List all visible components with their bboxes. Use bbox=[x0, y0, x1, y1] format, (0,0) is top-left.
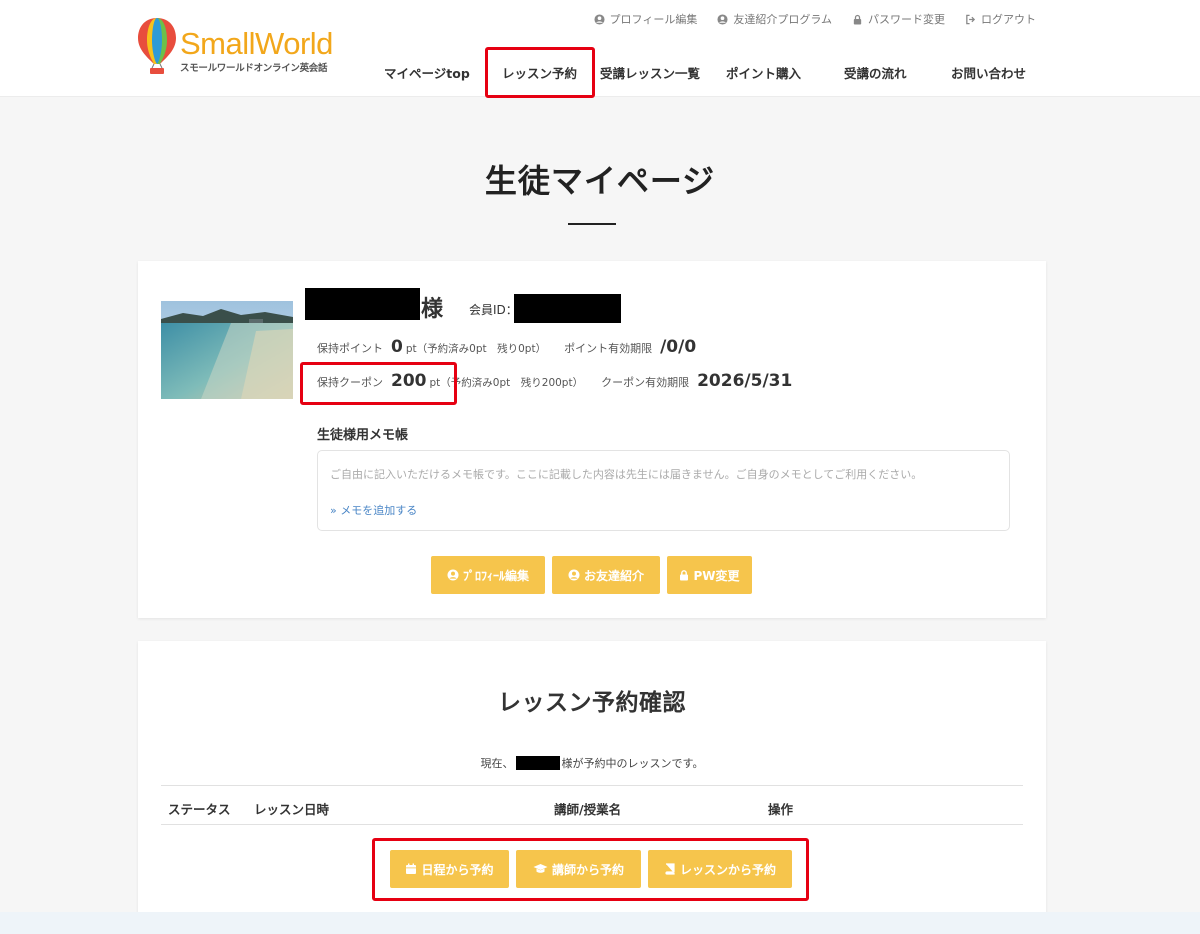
col-status: ステータス bbox=[168, 802, 231, 817]
site-header: SmallWorld スモールワールドオンライン英会話 プロフィール編集 友達紹… bbox=[0, 0, 1200, 97]
logo-wordmark: SmallWorld bbox=[180, 26, 333, 61]
reservation-table-header: ステータス レッスン日時 講師/授業名 操作 bbox=[161, 785, 1023, 825]
balloon-logo-icon bbox=[138, 18, 176, 74]
memo-box: ご自由に記入いただけるメモ帳です。ここに記載した内容は先生には届きません。ご自身… bbox=[317, 450, 1010, 531]
points-expiry-label: ポイント有効期限 bbox=[564, 342, 653, 355]
smallworld-logo[interactable]: SmallWorld スモールワールドオンライン英会話 bbox=[136, 16, 336, 80]
top-link-logout[interactable]: ログアウト bbox=[965, 11, 1036, 27]
password-change-button[interactable]: PW変更 bbox=[667, 556, 752, 594]
redacted-member-id bbox=[514, 294, 621, 323]
lock-icon bbox=[853, 14, 862, 25]
top-link-password[interactable]: パスワード変更 bbox=[852, 11, 945, 27]
col-actions: 操作 bbox=[768, 802, 794, 817]
points-expiry-value: /0/0 bbox=[660, 337, 697, 357]
beach-image bbox=[161, 301, 293, 399]
utility-links: プロフィール編集 友達紹介プログラム パスワード変更 ログアウト bbox=[594, 11, 1036, 27]
calendar-icon bbox=[406, 863, 417, 874]
profile-edit-button[interactable]: ﾌﾟﾛﾌｨｰﾙ編集 bbox=[431, 556, 545, 594]
button-label: レッスンから予約 bbox=[679, 862, 776, 877]
nav-lesson-booking[interactable]: レッスン予約 bbox=[502, 63, 577, 82]
col-teacher-class: 講師/授業名 bbox=[554, 802, 622, 817]
book-by-lesson-button[interactable]: レッスンから予約 bbox=[648, 850, 792, 888]
points-value: 0 bbox=[391, 337, 403, 357]
nav-lesson-history[interactable]: 受講レッスン一覧 bbox=[600, 63, 700, 82]
top-link-label: プロフィール編集 bbox=[609, 13, 698, 26]
button-label: ﾌﾟﾛﾌｨｰﾙ編集 bbox=[462, 568, 529, 583]
nav-buy-points[interactable]: ポイント購入 bbox=[726, 63, 801, 82]
points-row: 保持ポイント 0 pt （予約済み0pt 残り0pt） ポイント有効期限 /0/… bbox=[317, 337, 699, 357]
memo-placeholder: ご自由に記入いただけるメモ帳です。ここに記載した内容は先生には届きません。ご自身… bbox=[330, 468, 923, 481]
user-circle-icon bbox=[594, 13, 605, 25]
memo-title: 生徒様用メモ帳 bbox=[317, 428, 409, 443]
coupon-expiry-value: 2026/5/31 bbox=[697, 371, 793, 391]
profile-photo bbox=[161, 301, 293, 399]
col-lesson-datetime: レッスン日時 bbox=[254, 802, 330, 817]
points-unit: pt bbox=[405, 343, 417, 355]
coupon-unit: pt bbox=[429, 377, 441, 389]
friend-referral-button[interactable]: お友達紹介 bbox=[552, 556, 660, 594]
logo-subtitle: スモールワールドオンライン英会話 bbox=[180, 63, 328, 74]
top-link-label: 友達紹介プログラム bbox=[733, 13, 832, 26]
top-link-referral[interactable]: 友達紹介プログラム bbox=[717, 11, 832, 27]
book-by-teacher-button[interactable]: 講師から予約 bbox=[516, 850, 641, 888]
profile-card: 様 会員ID： 保持ポイント 0 pt （予約済み0pt 残り0pt） ポイント… bbox=[138, 261, 1046, 618]
intro-suffix: 様が予約中のレッスンです。 bbox=[561, 757, 704, 770]
sign-out-icon bbox=[966, 14, 976, 24]
coupon-detail: （予約済み0pt 残り200pt） bbox=[440, 377, 584, 389]
top-link-label: パスワード変更 bbox=[868, 13, 945, 26]
coupon-label: 保持クーポン bbox=[317, 376, 383, 389]
top-link-label: ログアウト bbox=[981, 13, 1036, 26]
redacted-student-name bbox=[515, 756, 560, 770]
member-id-label: 会員ID： bbox=[469, 303, 518, 317]
button-label: 日程から予約 bbox=[421, 862, 494, 877]
button-label: 講師から予約 bbox=[551, 862, 624, 877]
page-title: 生徒マイページ bbox=[484, 162, 716, 200]
nav-how-it-works[interactable]: 受講の流れ bbox=[844, 63, 907, 82]
honorific-label: 様 bbox=[421, 297, 444, 322]
lock-icon bbox=[680, 569, 689, 580]
title-underline bbox=[568, 223, 616, 225]
coupon-row: 保持クーポン 200 pt （予約済み0pt 残り200pt） クーポン有効期限… bbox=[317, 371, 795, 391]
nav-mypage-top[interactable]: マイページtop bbox=[384, 63, 470, 82]
user-circle-icon bbox=[717, 13, 728, 25]
user-circle-icon bbox=[447, 569, 459, 581]
reservation-card: レッスン予約確認 現在、 様が予約中のレッスンです。 ステータス レッスン日時 … bbox=[138, 641, 1046, 934]
reservation-intro: 現在、 様が予約中のレッスンです。 bbox=[138, 755, 1046, 771]
nav-contact[interactable]: お問い合わせ bbox=[951, 63, 1026, 82]
book-by-schedule-button[interactable]: 日程から予約 bbox=[390, 850, 509, 888]
redacted-student-name bbox=[305, 288, 420, 320]
points-label: 保持ポイント bbox=[317, 342, 383, 355]
graduation-cap-icon bbox=[533, 864, 548, 873]
intro-prefix: 現在、 bbox=[480, 757, 514, 770]
button-label: PW変更 bbox=[693, 568, 740, 583]
add-memo-link[interactable]: » メモを追加する bbox=[330, 502, 417, 518]
coupon-value: 200 bbox=[391, 371, 427, 391]
book-icon bbox=[665, 863, 675, 875]
points-detail: （予約済み0pt 残り0pt） bbox=[416, 343, 547, 355]
top-link-profile-edit[interactable]: プロフィール編集 bbox=[594, 11, 698, 27]
footer-band bbox=[0, 912, 1200, 934]
reservation-section-title: レッスン予約確認 bbox=[498, 690, 686, 716]
coupon-expiry-label: クーポン有効期限 bbox=[601, 376, 690, 389]
button-label: お友達紹介 bbox=[583, 568, 644, 583]
user-circle-icon bbox=[568, 569, 580, 581]
